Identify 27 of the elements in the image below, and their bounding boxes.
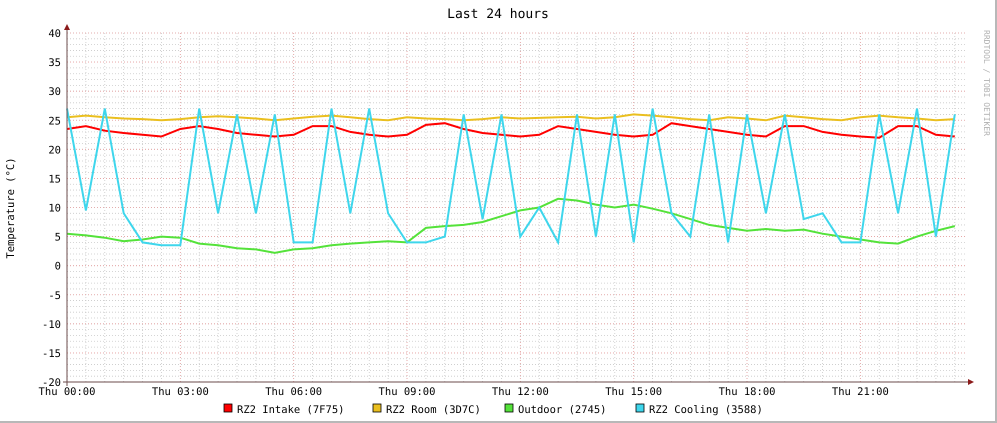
- tick-label: Thu 06:00: [265, 386, 322, 398]
- axis-title: Temperature (°C): [5, 157, 17, 259]
- tick-label: Thu 15:00: [605, 386, 662, 398]
- tick-label: 25: [48, 115, 61, 128]
- tick-label: Thu 03:00: [152, 386, 209, 398]
- tick-label: 20: [48, 144, 61, 156]
- tick-label: 30: [48, 86, 61, 98]
- legend-label: RZ2 Intake (7F75): [237, 404, 344, 416]
- tick-label: Thu 12:00: [492, 386, 549, 398]
- tick-label: Thu 18:00: [718, 386, 776, 398]
- tick-label: 5: [54, 232, 61, 244]
- tick-label: 35: [48, 57, 61, 70]
- tick-label: 10: [48, 202, 61, 214]
- tick-label: Thu 09:00: [378, 386, 436, 398]
- tick-label: -5: [48, 290, 61, 302]
- legend-label: RZ2 Cooling (3588): [649, 404, 763, 416]
- side-text: RRDTOOL / TOBI OETIKER: [982, 30, 991, 136]
- tick-label: 0: [54, 260, 61, 273]
- tick-label: -15: [42, 348, 61, 360]
- chart-title: Last 24 hours: [447, 7, 549, 22]
- legend-label: Outdoor (2745): [518, 404, 607, 416]
- tick-label: 15: [48, 173, 61, 186]
- tick-label: Thu 21:00: [832, 386, 889, 398]
- tick-label: 40: [48, 28, 61, 40]
- tick-label: Thu 00:00: [38, 386, 96, 398]
- legend-label: RZ2 Room (3D7C): [386, 404, 481, 416]
- tick-label: -10: [42, 318, 61, 331]
